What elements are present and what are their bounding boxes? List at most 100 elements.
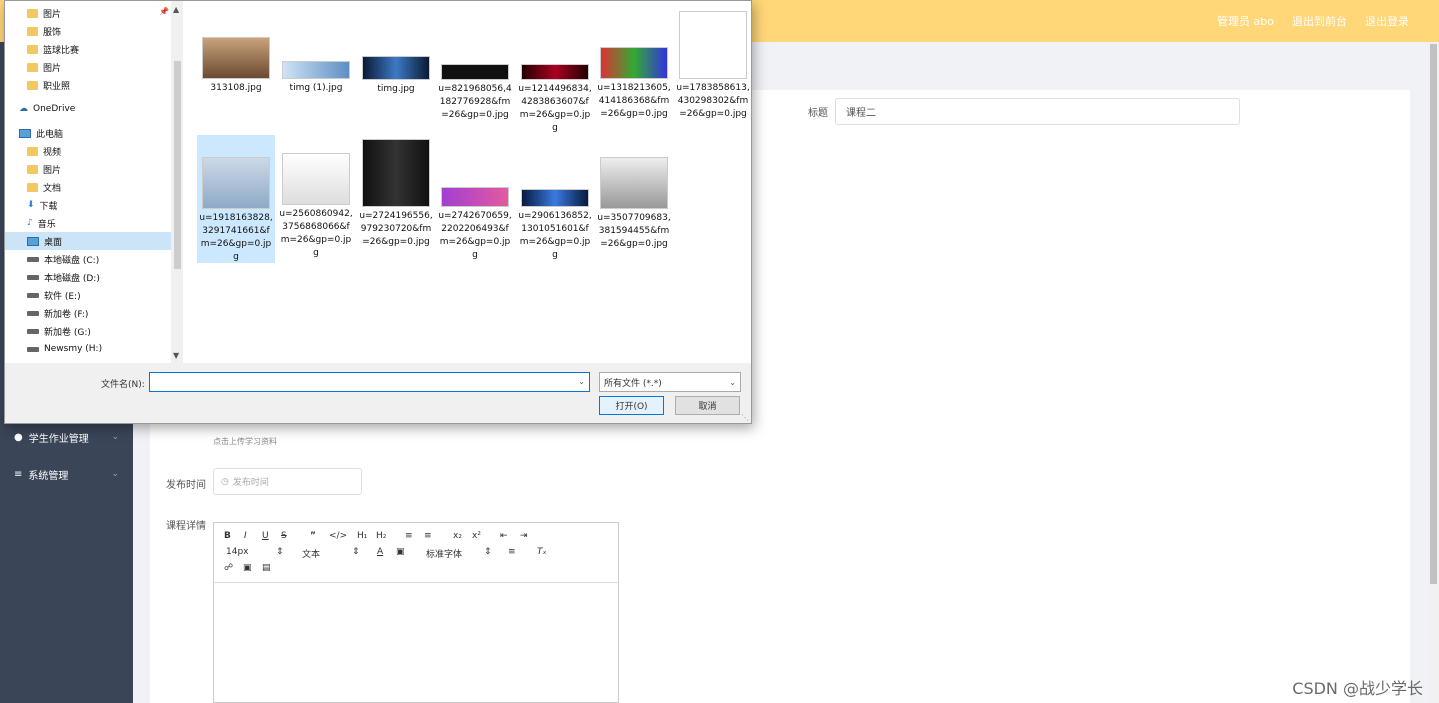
filename-input[interactable]: ⌄ bbox=[149, 372, 590, 392]
file-name: u=1318213605,414186368&fm=26&gp=0.jpg bbox=[597, 83, 671, 119]
nav-item[interactable]: 文档 bbox=[5, 178, 171, 196]
nav-item[interactable]: ☁ OneDrive bbox=[5, 100, 171, 118]
resize-grip-icon[interactable]: ⋱ bbox=[741, 413, 749, 422]
nav-item[interactable]: Newsmy (H:) bbox=[5, 340, 171, 358]
subscript-icon[interactable]: x₂ bbox=[453, 531, 462, 541]
filename-label: 文件名(N): bbox=[101, 380, 145, 390]
nav-item[interactable]: 本地磁盘 (D:) bbox=[5, 268, 171, 286]
align-icon[interactable]: ≡ bbox=[508, 547, 516, 557]
font-color-icon[interactable]: A bbox=[377, 547, 383, 557]
scroll-down-icon[interactable]: ▼ bbox=[173, 351, 179, 360]
strike-icon[interactable]: S bbox=[281, 531, 287, 541]
cancel-button[interactable]: 取消 bbox=[675, 396, 740, 415]
folder-icon bbox=[27, 80, 38, 90]
nav-item-label: 音乐 bbox=[37, 219, 56, 230]
course-detail-label: 课程详情 bbox=[166, 521, 206, 532]
file-item[interactable]: u=1214496834,4283863607&fm=26&gp=0.jpg bbox=[516, 6, 594, 133]
nav-scrollbar[interactable]: ▲ ▼ bbox=[171, 1, 183, 363]
heading2-icon[interactable]: H₂ bbox=[376, 531, 386, 541]
file-name: u=3507709683,381594455&fm=26&gp=0.jpg bbox=[597, 213, 671, 249]
nav-item[interactable]: ⬇ 下载 bbox=[5, 196, 171, 214]
navigation-pane: 图片 服饰 篮球比赛 图片 职业照 ☁ OneDrive 此电脑 视频 图片 文档 ⬇ 下载 ♪ 音乐 桌面本… bbox=[5, 1, 183, 363]
title-input[interactable]: 课程二 bbox=[835, 98, 1240, 125]
file-name: u=2742670659,2202206493&fm=26&gp=0.jpg bbox=[438, 211, 512, 260]
file-thumbnail bbox=[441, 64, 509, 80]
file-thumbnail bbox=[521, 189, 589, 207]
nav-scrollbar-thumb[interactable] bbox=[174, 61, 181, 269]
file-item[interactable]: u=3507709683,381594455&fm=26&gp=0.jpg bbox=[595, 135, 673, 263]
sidebar-item-homework[interactable]: ● 学生作业管理 ⌄ bbox=[0, 425, 133, 449]
file-list: 313108.jpg timg (1).jpg timg.jpg u=82196805… bbox=[183, 1, 751, 363]
nav-item[interactable]: 桌面 bbox=[5, 232, 171, 250]
nav-item[interactable]: 新加卷 (G:) bbox=[5, 322, 171, 340]
indent-left-icon[interactable]: ⇤ bbox=[500, 531, 508, 541]
file-item[interactable]: timg.jpg bbox=[357, 6, 435, 132]
text-type-select[interactable]: 文本 bbox=[302, 547, 320, 560]
file-item[interactable]: u=2560860942,3756868066&fm=26&gp=0.jpg bbox=[277, 135, 355, 263]
nav-item[interactable]: 图片 bbox=[5, 4, 171, 22]
page-scrollbar-thumb[interactable] bbox=[1430, 44, 1437, 584]
image-icon[interactable]: ▣ bbox=[243, 563, 252, 573]
underline-icon[interactable]: U bbox=[262, 531, 269, 541]
link-icon[interactable]: ☍ bbox=[224, 563, 233, 573]
file-item[interactable]: u=2742670659,2202206493&fm=26&gp=0.jpg bbox=[436, 135, 514, 263]
nav-item-label: 图片 bbox=[43, 63, 62, 74]
nav-item[interactable]: 此电脑 bbox=[5, 124, 171, 142]
publish-time-label: 发布时间 bbox=[166, 480, 206, 491]
italic-icon[interactable]: I bbox=[244, 531, 247, 541]
nav-item[interactable]: 新加卷 (F:) bbox=[5, 304, 171, 322]
bold-icon[interactable]: B bbox=[224, 531, 231, 541]
filetype-select[interactable]: 所有文件 (*.*) ⌄ bbox=[599, 372, 741, 392]
background-color-icon[interactable]: ▣ bbox=[396, 547, 405, 557]
file-thumbnail bbox=[282, 61, 350, 79]
drive-icon bbox=[27, 256, 39, 262]
file-item[interactable]: u=1318213605,414186368&fm=26&gp=0.jpg bbox=[595, 6, 673, 132]
font-size-caret-icon: ⇕ bbox=[276, 547, 284, 557]
nav-item[interactable]: 软件 (E:) bbox=[5, 286, 171, 304]
nav-item-label: 图片 bbox=[43, 165, 62, 176]
nav-item[interactable]: 服饰 bbox=[5, 22, 171, 40]
open-button[interactable]: 打开(O) bbox=[599, 396, 664, 415]
heading1-icon[interactable]: H₁ bbox=[357, 531, 367, 541]
nav-item-label: 桌面 bbox=[44, 237, 63, 248]
file-item[interactable]: u=2906136852,1301051601&fm=26&gp=0.jpg bbox=[516, 135, 594, 263]
chevron-down-icon[interactable]: ⌄ bbox=[578, 377, 585, 386]
publish-time-input[interactable]: ◷ 发布时间 bbox=[213, 468, 362, 495]
video-icon[interactable]: ▤ bbox=[262, 563, 271, 573]
file-name: u=821968056,4182776928&fm=26&gp=0.jpg bbox=[438, 84, 512, 120]
nav-item[interactable]: 图片 bbox=[5, 160, 171, 178]
superscript-icon[interactable]: x² bbox=[472, 531, 481, 541]
nav-item-label: 职业照 bbox=[43, 81, 71, 92]
file-item[interactable]: u=821968056,4182776928&fm=26&gp=0.jpg bbox=[436, 6, 514, 132]
ordered-list-icon[interactable]: ≡ bbox=[405, 531, 413, 541]
indent-right-icon[interactable]: ⇥ bbox=[520, 531, 528, 541]
file-item[interactable]: u=1918163828,3291741661&fm=26&gp=0.jpg bbox=[197, 135, 275, 263]
file-item[interactable]: u=1783858613,430298302&fm=26&gp=0.jpg bbox=[674, 6, 752, 132]
font-family-select[interactable]: 标准字体 bbox=[426, 547, 462, 560]
file-item[interactable]: u=2724196556,979230720&fm=26&gp=0.jpg bbox=[357, 135, 435, 263]
music-icon: ♪ bbox=[27, 218, 33, 228]
file-item[interactable]: 313108.jpg bbox=[197, 6, 275, 132]
nav-item[interactable]: 篮球比赛 bbox=[5, 40, 171, 58]
sidebar-item-system[interactable]: ≡ 系统管理 ⌄ bbox=[0, 462, 133, 486]
nav-item[interactable]: 职业照 bbox=[5, 76, 171, 94]
page-scrollbar[interactable] bbox=[1428, 42, 1439, 703]
file-name: timg.jpg bbox=[377, 84, 415, 94]
nav-item[interactable]: 本地磁盘 (C:) bbox=[5, 250, 171, 268]
bullet-list-icon[interactable]: ≡ bbox=[424, 531, 432, 541]
file-name: 313108.jpg bbox=[210, 83, 262, 93]
scroll-up-icon[interactable]: ▲ bbox=[173, 5, 179, 14]
code-icon[interactable]: </> bbox=[329, 531, 347, 541]
nav-item-label: 软件 (E:) bbox=[44, 291, 81, 302]
nav-item[interactable]: 图片 bbox=[5, 58, 171, 76]
file-item[interactable]: timg (1).jpg bbox=[277, 6, 355, 132]
admin-name: 管理员 abo bbox=[1217, 15, 1274, 28]
blockquote-icon[interactable]: ” bbox=[310, 531, 316, 541]
font-size-select[interactable]: 14px bbox=[226, 547, 249, 557]
goto-front-link[interactable]: 退出到前台 bbox=[1292, 13, 1347, 29]
folder-icon bbox=[27, 26, 38, 36]
nav-item[interactable]: ♪ 音乐 bbox=[5, 214, 171, 232]
logout-link[interactable]: 退出登录 bbox=[1365, 13, 1409, 29]
nav-item[interactable]: 视频 bbox=[5, 142, 171, 160]
clear-format-icon[interactable]: Tₓ bbox=[537, 547, 547, 557]
